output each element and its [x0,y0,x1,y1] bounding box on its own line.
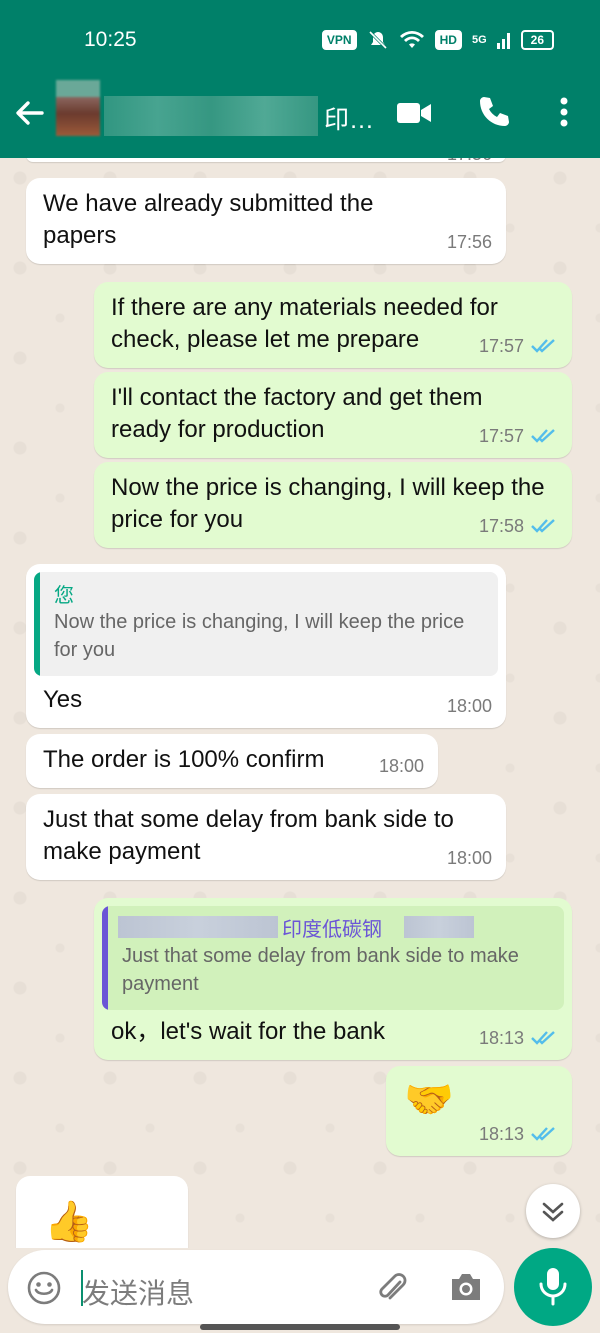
attach-icon[interactable] [374,1268,410,1306]
emoji-icon[interactable] [26,1270,62,1306]
message-incoming[interactable]: The order is 100% confirm 18:00 [26,734,438,788]
status-bar: 10:25 VPN HD 5G 26 [0,0,600,80]
quote-text: Just that some delay from bank side to m… [122,945,519,995]
redacted-name [118,916,278,938]
message-text: Just that some delay from bank side to m… [43,806,454,865]
message-text: I'll contact the factory and get them re… [111,384,483,443]
message-time: 17:56 [446,232,492,252]
handshake-emoji: 🤝 [404,1078,454,1122]
hd-badge: HD [434,30,462,50]
vpn-badge: VPN [321,30,357,50]
message-time: 18:13 [478,1124,524,1144]
message-meta: 18:13 [479,1118,558,1150]
mute-icon [368,30,387,50]
message-incoming[interactable]: 17:56 [26,158,506,164]
message-incoming[interactable]: We have already submitted the papers 17:… [26,178,506,264]
read-ticks-icon [531,429,555,443]
message-input[interactable]: 发送消息 [8,1250,504,1324]
message-outgoing[interactable]: I'll contact the factory and get them re… [94,372,572,458]
message-placeholder: 发送消息 [82,1278,195,1309]
signal-icon [496,33,510,49]
message-text: Yes [43,686,83,713]
double-chevron-down-icon [542,1202,564,1222]
message-text: The order is 100% confirm [43,746,325,773]
message-time: 17:58 [478,516,524,536]
message-outgoing[interactable]: Now the price is changing, I will keep t… [94,462,572,548]
message-time: 18:13 [478,1028,524,1048]
voice-message-button[interactable] [514,1248,592,1326]
contact-avatar[interactable] [56,80,100,136]
chat-header: 印… [0,80,600,158]
voice-call-icon[interactable] [476,94,512,130]
message-time: 17:57 [478,426,524,446]
thumbs-up-emoji: 👍 [44,1200,94,1244]
message-outgoing-emoji[interactable]: 🤝 18:13 [386,1066,572,1156]
read-ticks-icon [531,519,555,533]
message-incoming-emoji[interactable]: 👍 [16,1176,188,1248]
status-icons: VPN HD 5G 26 [321,29,554,51]
message-meta: 17:58 [479,510,558,542]
navigation-gesture-bar[interactable] [200,1324,400,1330]
quote-text: Now the price is changing, I will keep t… [54,611,465,661]
more-options-icon[interactable] [552,94,576,130]
video-call-icon[interactable] [396,100,432,126]
back-arrow-icon[interactable] [12,96,46,130]
message-time: 18:00 [446,696,492,716]
message-meta: 18:13 [479,1022,558,1054]
message-outgoing-reply[interactable]: 印度低碳钢 Just that some delay from bank sid… [94,898,572,1060]
quote-accent-bar [102,906,108,1010]
read-ticks-icon [531,1127,555,1141]
redacted-name [404,916,474,938]
message-time: 18:00 [378,756,424,776]
quoted-message[interactable]: 您 Now the price is changing, I will keep… [34,572,498,676]
message-incoming-reply[interactable]: 您 Now the price is changing, I will keep… [26,564,506,728]
message-time: 17:56 [447,158,492,170]
message-meta: 17:57 [479,330,558,362]
microphone-icon [539,1268,567,1306]
message-outgoing[interactable]: If there are any materials needed for ch… [94,282,572,368]
battery-level: 26 [520,30,554,50]
message-incoming[interactable]: Just that some delay from bank side to m… [26,794,506,880]
wifi-icon [399,31,424,48]
compose-bar: 发送消息 [0,1248,600,1333]
message-time: 18:00 [446,848,492,868]
quote-accent-bar [34,572,40,676]
read-ticks-icon [531,1031,555,1045]
scroll-to-bottom-button[interactable] [526,1184,580,1238]
quoted-message[interactable]: 印度低碳钢 Just that some delay from bank sid… [102,906,564,1010]
chat-messages[interactable]: 17:56 We have already submitted the pape… [0,158,600,1248]
network-type: 5G [471,34,487,46]
message-time: 17:57 [478,336,524,356]
contact-name-redacted[interactable] [104,96,318,136]
status-time: 10:25 [84,28,137,51]
contact-name[interactable]: 印… [324,100,374,136]
message-text: We have already submitted the papers [43,190,374,249]
camera-icon[interactable] [448,1270,484,1304]
read-ticks-icon [531,339,555,353]
message-meta: 17:57 [479,420,558,452]
